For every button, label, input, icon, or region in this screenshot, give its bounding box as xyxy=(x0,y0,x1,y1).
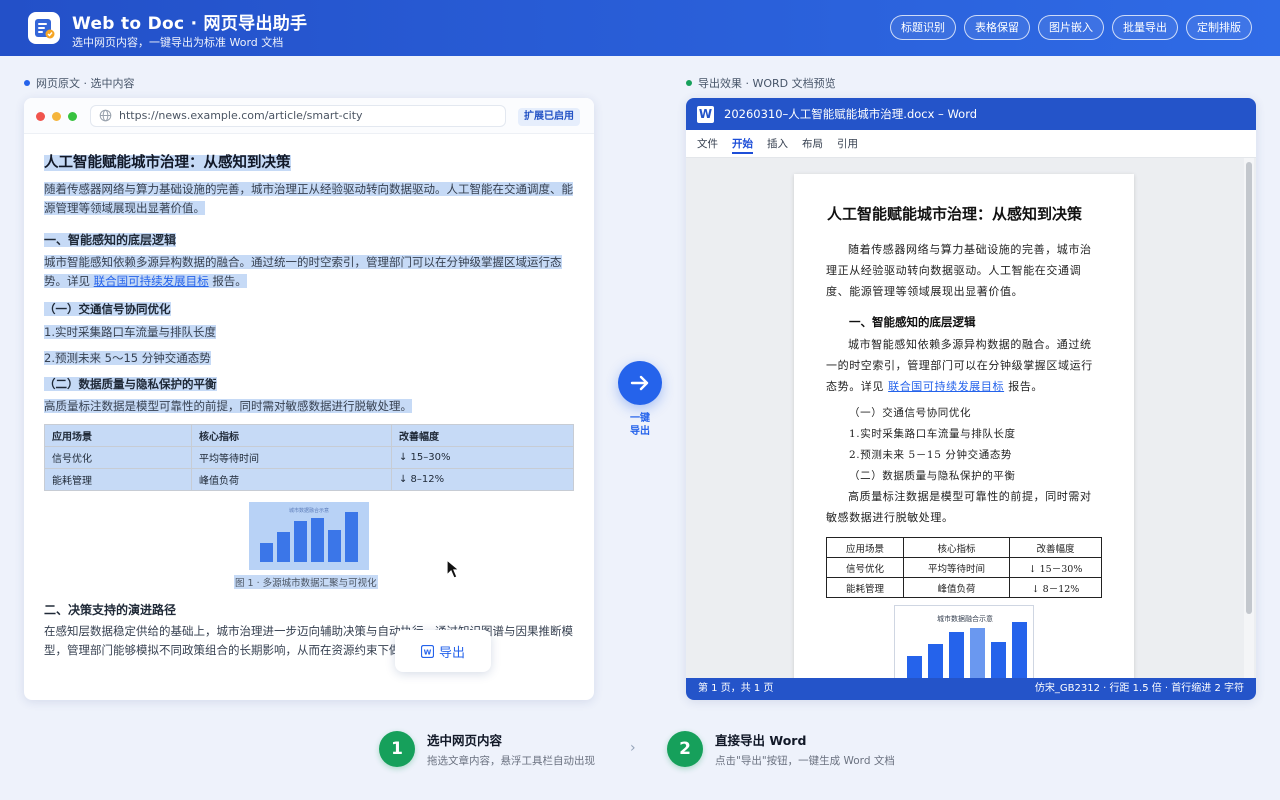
close-window-icon[interactable] xyxy=(36,112,45,121)
table-row: 能耗管理 峰值负荷 ↓ 8–12% xyxy=(44,468,574,491)
article-paragraph-3: 高质量标注数据是模型可靠性的前提，同时需对敏感数据进行脱敏处理。 xyxy=(44,399,412,413)
doc-list-item: 2.预测未来 5－15 分钟交通态势 xyxy=(849,449,1013,461)
extension-badge[interactable]: 扩展已启用 xyxy=(518,108,580,126)
word-title-bar: W 20260310–人工智能赋能城市治理.docx – Word xyxy=(686,98,1256,130)
embed-image-button[interactable]: 图片嵌入 xyxy=(1038,15,1104,40)
batch-export-button[interactable]: 批量导出 xyxy=(1112,15,1178,40)
doc-paragraph-1: 随着传感器网络与算力基础设施的完善，城市治 理正从经验驱动转向数据驱动。人工智能… xyxy=(826,243,1092,298)
step-title: 选中网页内容 xyxy=(427,733,503,748)
page-count: 第 1 页，共 1 页 xyxy=(698,683,774,694)
figure-title: 城市数据融合示意 xyxy=(289,507,329,514)
list-item: 1.实时采集路口车流量与排队长度 xyxy=(44,325,216,339)
address-bar[interactable]: https://news.example.com/article/smart-c… xyxy=(90,105,506,127)
app-header: Web to Doc · 网页导出助手 选中网页内容，一键导出为标准 Word … xyxy=(0,0,1280,56)
doc-paragraph-3: 高质量标注数据是模型可靠性的前提，同时需对 敏感数据进行脱敏处理。 xyxy=(826,490,1092,524)
word-window-title: 20260310–人工智能赋能城市治理.docx – Word xyxy=(724,107,978,121)
table-row: 信号优化 平均等待时间 ↓ 15–30% xyxy=(44,446,574,469)
word-doc-icon: W xyxy=(421,645,434,658)
article-intro: 随着传感器网络与算力基础设施的完善，城市治理正从经验驱动转向数据驱动。人工智能在… xyxy=(44,182,573,215)
doc-table: 应用场景 核心指标 改善幅度 信号优化 平均等待时间 ↓ 15－30% 能耗管理… xyxy=(826,537,1102,598)
word-window: W 20260310–人工智能赋能城市治理.docx – Word 文件 开始 … xyxy=(686,98,1256,700)
article-paragraph-2: 城市智能感知依赖多源异构数据的融合。通过统一的时空索引，管理部门可以在分钟级掌握… xyxy=(44,255,562,288)
step-2: 2 直接导出 Word 点击"导出"按钮，一键生成 Word 文档 xyxy=(667,730,895,768)
maximize-window-icon[interactable] xyxy=(68,112,77,121)
article-subheading-2: （二）数据质量与隐私保护的平衡 xyxy=(44,377,217,391)
app-subtitle: 选中网页内容，一键导出为标准 Word 文档 xyxy=(72,36,284,49)
doc-heading-1: 一、智能感知的底层逻辑 xyxy=(849,315,976,329)
url-text: https://news.example.com/article/smart-c… xyxy=(119,109,363,122)
table-header-row: 应用场景 核心指标 改善幅度 xyxy=(44,424,574,447)
scrollbar-thumb[interactable] xyxy=(1246,162,1252,614)
app-logo xyxy=(28,12,60,44)
article-subheading-1: （一）交通信号协同优化 xyxy=(44,302,171,316)
article-title: 人工智能赋能城市治理：从感知到决策 xyxy=(44,155,291,171)
article-table: 应用场景 核心指标 改善幅度 信号优化 平均等待时间 ↓ 15–30% 能耗管理… xyxy=(44,424,574,491)
keep-table-button[interactable]: 表格保留 xyxy=(964,15,1030,40)
doc-sdg-link[interactable]: 联合国可持续发展目标 xyxy=(888,380,1004,393)
word-logo-icon: W xyxy=(697,106,714,123)
heading-detect-button[interactable]: 标题识别 xyxy=(890,15,956,40)
one-click-export-label: 一键 导出 xyxy=(630,413,650,437)
svg-text:W: W xyxy=(424,649,432,657)
doc-figure: 城市数据融合示意 xyxy=(894,605,1034,678)
mouse-cursor-icon xyxy=(446,558,461,579)
custom-layout-button[interactable]: 定制排版 xyxy=(1186,15,1252,40)
sdg-link[interactable]: 联合国可持续发展目标 xyxy=(94,274,209,288)
one-click-export-button[interactable] xyxy=(618,361,662,405)
browser-toolbar: https://news.example.com/article/smart-c… xyxy=(24,98,594,134)
arrow-right-icon xyxy=(630,375,649,391)
browser-window: https://news.example.com/article/smart-c… xyxy=(24,98,594,700)
step-number: 2 xyxy=(667,731,703,767)
tab-layout[interactable]: 布局 xyxy=(802,130,823,157)
doc-list-item: 1.实时采集路口车流量与排队长度 xyxy=(849,428,1016,440)
doc-table-row: 能耗管理 峰值负荷 ↓ 8－12% xyxy=(826,577,1102,598)
tab-home[interactable]: 开始 xyxy=(732,130,753,157)
step-number: 1 xyxy=(379,731,415,767)
doc-table-header-row: 应用场景 核心指标 改善幅度 xyxy=(826,537,1102,558)
tab-insert[interactable]: 插入 xyxy=(767,130,788,157)
blue-dot-icon xyxy=(24,80,30,86)
article-heading-2: 二、决策支持的演进路径 xyxy=(44,603,177,617)
step-title: 直接导出 Word xyxy=(715,733,807,748)
word-status-bar: 第 1 页，共 1 页 仿宋_GB2312 · 行距 1.5 倍 · 首行缩进 … xyxy=(686,678,1256,700)
list-item: 2.预测未来 5～15 分钟交通态势 xyxy=(44,351,211,365)
globe-icon xyxy=(99,109,112,122)
doc-bar-chart xyxy=(907,622,1027,678)
article-figure: 城市数据融合示意 xyxy=(249,502,369,570)
word-ribbon: 文件 开始 插入 布局 引用 xyxy=(686,130,1256,158)
floating-export-button[interactable]: W 导出 xyxy=(395,630,491,672)
figure-caption: 图 1 · 多源城市数据汇聚与可视化 xyxy=(234,575,378,589)
green-dot-icon xyxy=(686,80,692,86)
source-section-label: 网页原文 · 选中内容 xyxy=(24,75,135,91)
doc-subheading-1: （一）交通信号协同优化 xyxy=(849,407,972,419)
doc-paragraph-2: 城市智能感知依赖多源异构数据的融合。通过统 一的时空索引，管理部门可以在分钟级掌… xyxy=(826,338,1093,393)
chevron-right-icon: › xyxy=(630,740,636,756)
step-1: 1 选中网页内容 拖选文章内容，悬浮工具栏自动出现 xyxy=(379,730,595,768)
article-heading-1: 一、智能感知的底层逻辑 xyxy=(44,233,177,247)
minimize-window-icon[interactable] xyxy=(52,112,61,121)
document-check-icon xyxy=(35,19,55,39)
step-description: 点击"导出"按钮，一键生成 Word 文档 xyxy=(715,755,895,767)
preview-section-label: 导出效果 · WORD 文档预览 xyxy=(686,75,836,91)
document-page[interactable]: 人工智能赋能城市治理：从感知到决策 随着传感器网络与算力基础设施的完善，城市治 … xyxy=(794,174,1134,678)
bar-chart-thumbnail: 城市数据融合示意 xyxy=(260,507,358,562)
tab-references[interactable]: 引用 xyxy=(837,130,858,157)
doc-title: 人工智能赋能城市治理：从感知到决策 xyxy=(827,205,1083,223)
header-actions: 标题识别 表格保留 图片嵌入 批量导出 定制排版 xyxy=(890,15,1252,40)
doc-subheading-2: （二）数据质量与隐私保护的平衡 xyxy=(849,470,1016,482)
app-title: Web to Doc · 网页导出助手 xyxy=(72,14,308,34)
tab-file[interactable]: 文件 xyxy=(697,130,718,157)
step-description: 拖选文章内容，悬浮工具栏自动出现 xyxy=(427,755,595,767)
format-info: 仿宋_GB2312 · 行距 1.5 倍 · 首行缩进 2 字符 xyxy=(1034,683,1244,694)
article-paragraph-4: 在感知层数据稳定供给的基础上，城市治理进一步迈向辅助决策与自动执行。通过知识图谱… xyxy=(44,624,573,657)
doc-table-row: 信号优化 平均等待时间 ↓ 15－30% xyxy=(826,557,1102,578)
document-area[interactable]: 人工智能赋能城市治理：从感知到决策 随着传感器网络与算力基础设施的完善，城市治 … xyxy=(686,158,1256,678)
